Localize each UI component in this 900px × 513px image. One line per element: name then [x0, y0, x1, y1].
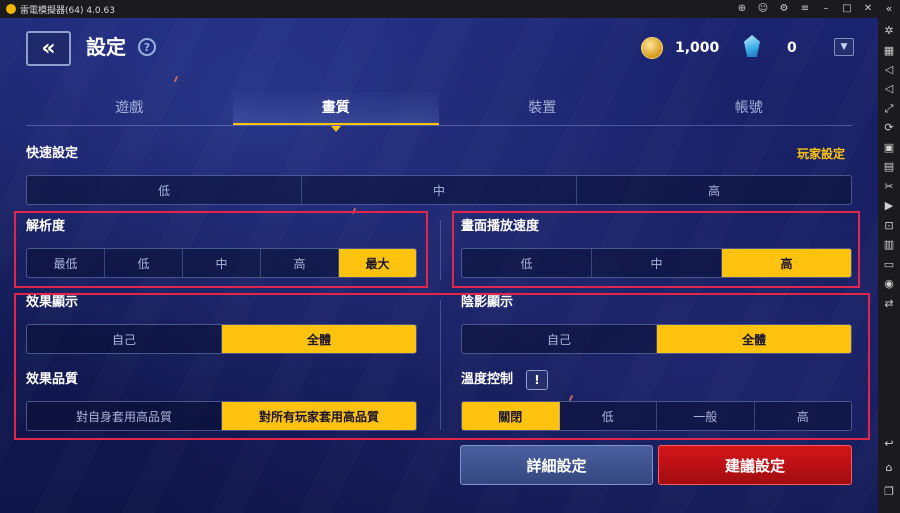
effect-quality-label: 效果品質: [26, 372, 79, 387]
screenshot-icon[interactable]: ⊡: [882, 219, 896, 233]
column-divider: [440, 220, 441, 280]
resolution-option-high[interactable]: 高: [261, 249, 339, 277]
quick-settings-selector: 低 中 高: [26, 175, 852, 205]
temperature-control-selector: 關閉 低 一般 高: [461, 401, 852, 431]
shadow-display-option-all[interactable]: 全體: [657, 325, 851, 353]
temperature-option-high[interactable]: 高: [755, 402, 852, 430]
tab-game[interactable]: 遊戲: [26, 92, 233, 125]
emulator-toolbar: « ✲ ▦ ◁ ◁ ⤢ ⟳ ▣ ▤ ✂ ▶ ⊡ ▥ ▭ ◉ ⇄ ↩ ⌂ ❐: [878, 0, 900, 513]
effect-quality-option-all[interactable]: 對所有玩家套用高品質: [222, 402, 416, 430]
sync-icon[interactable]: ⇄: [882, 297, 896, 311]
user-icon[interactable]: ☺: [757, 0, 769, 18]
settings-icon[interactable]: ⚙: [778, 0, 790, 18]
quick-option-high[interactable]: 高: [577, 176, 851, 204]
home-nav-icon[interactable]: ⌂: [882, 461, 896, 475]
info-icon[interactable]: !: [526, 370, 548, 390]
folder-icon[interactable]: ▭: [882, 258, 896, 272]
gem-balance: 0: [787, 40, 797, 56]
frame-rate-option-mid[interactable]: 中: [592, 249, 722, 277]
quick-settings-label: 快速設定: [26, 146, 79, 161]
menu-icon[interactable]: ≡: [799, 0, 811, 18]
window-controls: ⊕ ☺ ⚙ ≡ – □ ✕: [736, 0, 874, 18]
scissors-icon[interactable]: ✂: [882, 180, 896, 194]
recent-apps-icon[interactable]: ❐: [882, 485, 896, 499]
tab-graphics[interactable]: 畫質: [232, 92, 439, 125]
gamepad-icon[interactable]: ⊕: [736, 0, 748, 18]
rotate-icon[interactable]: ⟳: [882, 121, 896, 135]
coin-icon: [641, 37, 663, 59]
keyboard-icon[interactable]: ▦: [882, 44, 896, 58]
app-logo-icon: [6, 4, 16, 14]
effect-display-option-all[interactable]: 全體: [222, 325, 416, 353]
shadow-display-selector: 自己 全體: [461, 324, 852, 354]
page-title: 設定: [86, 35, 126, 59]
resolution-option-lowest[interactable]: 最低: [27, 249, 105, 277]
effect-display-option-self[interactable]: 自己: [27, 325, 222, 353]
back-button[interactable]: «: [26, 31, 71, 66]
volume-down-icon[interactable]: ◁: [882, 82, 896, 96]
performance-icon[interactable]: ▤: [882, 160, 896, 174]
resolution-option-mid[interactable]: 中: [183, 249, 261, 277]
close-icon[interactable]: ✕: [862, 0, 874, 18]
effect-display-selector: 自己 全體: [26, 324, 417, 354]
window-title: 雷電模擬器(64) 4.0.63: [20, 5, 115, 16]
shadow-display-label: 陰影顯示: [461, 295, 514, 310]
multi-instance-icon[interactable]: ▥: [882, 238, 896, 252]
game-settings-screen: « 設定 ? 1,000 0 ▼ 遊戲 畫質 裝置 帳號 快速設定 玩家設定 低…: [0, 18, 878, 513]
player-settings-link[interactable]: 玩家設定: [797, 146, 845, 162]
resolution-label: 解析度: [26, 219, 66, 234]
screen-record-icon[interactable]: ▣: [882, 141, 896, 155]
temperature-option-off[interactable]: 關閉: [462, 402, 560, 430]
temperature-option-normal[interactable]: 一般: [657, 402, 755, 430]
back-nav-icon[interactable]: ↩: [882, 437, 896, 451]
effect-display-label: 效果顯示: [26, 295, 79, 310]
resolution-option-low[interactable]: 低: [105, 249, 183, 277]
chevron-down-icon[interactable]: ▼: [834, 38, 854, 56]
video-icon[interactable]: ▶: [882, 199, 896, 213]
temperature-control-label: 溫度控制: [461, 372, 514, 387]
tab-account[interactable]: 帳號: [646, 92, 853, 125]
frame-rate-option-low[interactable]: 低: [462, 249, 592, 277]
quick-option-low[interactable]: 低: [27, 176, 302, 204]
column-divider: [440, 300, 441, 430]
emulator-titlebar: 雷電模擬器(64) 4.0.63 ⊕ ☺ ⚙ ≡ – □ ✕: [0, 0, 900, 18]
frame-rate-option-high[interactable]: 高: [722, 249, 851, 277]
maximize-icon[interactable]: □: [841, 0, 853, 18]
volume-up-icon[interactable]: ◁: [882, 63, 896, 77]
shadow-display-option-self[interactable]: 自己: [462, 325, 657, 353]
minimize-icon[interactable]: –: [820, 0, 832, 18]
temperature-option-low[interactable]: 低: [560, 402, 657, 430]
location-icon[interactable]: ◉: [882, 277, 896, 291]
gear-icon[interactable]: ✲: [882, 24, 896, 38]
effect-quality-selector: 對自身套用高品質 對所有玩家套用高品質: [26, 401, 417, 431]
settings-tabs: 遊戲 畫質 裝置 帳號: [26, 92, 852, 126]
quick-option-mid[interactable]: 中: [302, 176, 577, 204]
coin-balance: 1,000: [675, 40, 720, 56]
resolution-selector: 最低 低 中 高 最大: [26, 248, 417, 278]
detail-settings-button[interactable]: 詳細設定: [460, 445, 653, 485]
frame-rate-label: 畫面播放速度: [461, 219, 540, 234]
tab-device[interactable]: 裝置: [439, 92, 646, 125]
frame-rate-selector: 低 中 高: [461, 248, 852, 278]
effect-quality-option-self[interactable]: 對自身套用高品質: [27, 402, 222, 430]
collapse-icon[interactable]: «: [882, 2, 896, 16]
resolution-option-max[interactable]: 最大: [339, 249, 416, 277]
suggested-settings-button[interactable]: 建議設定: [658, 445, 852, 485]
question-circle-icon[interactable]: ?: [138, 38, 156, 56]
fullscreen-icon[interactable]: ⤢: [882, 102, 896, 116]
